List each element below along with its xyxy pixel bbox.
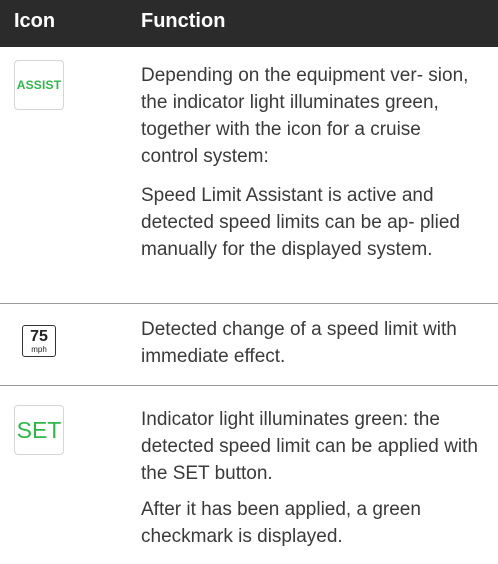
set-icon-label: SET	[16, 416, 62, 443]
speed-limit-unit: mph	[31, 344, 47, 354]
set-indicator-icon: SET	[14, 405, 64, 455]
row-text: Detected change of a speed limit with im…	[141, 319, 457, 367]
row-text: After it has been applied, a green check…	[141, 499, 421, 547]
table-row: ASSIST Depending on the equipment ver- s…	[0, 47, 498, 304]
header-icon-label: Icon	[14, 10, 56, 32]
assist-indicator-icon: ASSIST	[14, 60, 64, 110]
speed-limit-sign-icon: 75 mph	[22, 325, 56, 357]
table-header: Icon Function	[0, 0, 498, 47]
row-text: Indicator light illuminates green: the d…	[141, 409, 478, 484]
table-row: SET Indicator light illuminates green: t…	[0, 386, 498, 564]
header-function-label: Function	[141, 10, 226, 32]
table-row: 75 mph Detected change of a speed limit …	[0, 304, 498, 386]
assist-icon-label: ASSIST	[16, 78, 62, 92]
speed-limit-number: 75	[30, 327, 48, 345]
row-text: Speed Limit Assistant is active and dete…	[141, 185, 460, 260]
row-text: Depending on the equipment ver- sion, th…	[141, 65, 469, 167]
